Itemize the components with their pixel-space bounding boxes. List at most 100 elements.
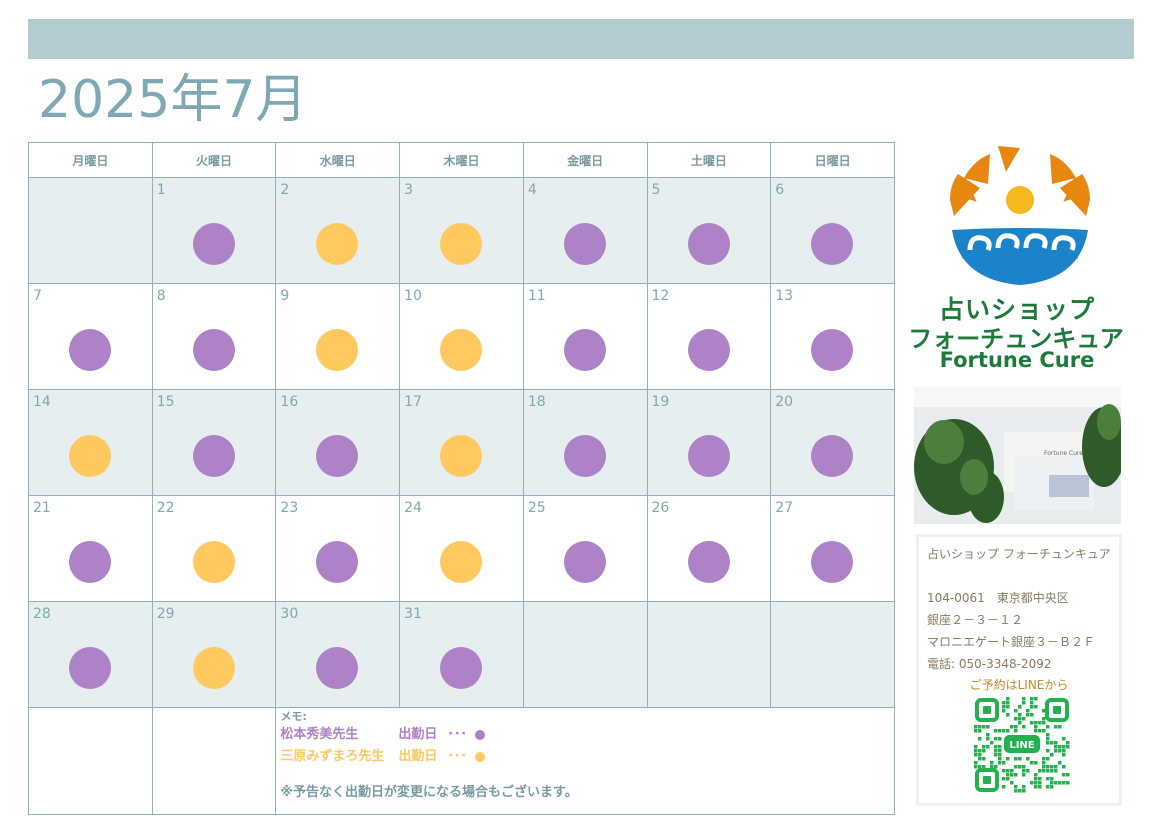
calendar-day-cell[interactable]: 20 (770, 389, 895, 496)
day-number: 29 (156, 606, 175, 622)
purple-dot-icon (811, 541, 854, 583)
day-number: 18 (527, 394, 546, 410)
weekday-label: 日曜日 (770, 142, 895, 178)
calendar-day-cell[interactable]: 4 (522, 177, 648, 284)
calendar-day-cell[interactable]: 25 (522, 495, 648, 602)
purple-dot-icon (69, 647, 111, 689)
day-number: 8 (156, 288, 166, 304)
calendar-day-cell[interactable]: 12 (646, 283, 772, 390)
purple-dot-icon (192, 435, 235, 477)
calendar-day-cell[interactable]: 31 (399, 601, 524, 708)
fortune-cure-logo (950, 146, 1090, 285)
calendar-day-cell[interactable]: 18 (522, 389, 648, 496)
calendar-day-cell[interactable]: 5 (646, 177, 772, 284)
calendar-day-cell[interactable]: 19 (646, 389, 772, 496)
purple-dot-icon (192, 223, 235, 265)
weekday-label: 月曜日 (28, 142, 153, 178)
calendar-day-cell[interactable]: 24 (399, 495, 524, 602)
ellipsis: ･･･ (447, 749, 467, 764)
calendar-day-cell[interactable]: 13 (770, 283, 895, 390)
calendar-day-cell[interactable]: 28 (28, 601, 153, 708)
calendar-day-cell[interactable]: 17 (399, 389, 524, 496)
purple-dot-icon (563, 223, 606, 265)
yellow-dot-icon (69, 435, 111, 477)
page-title: 2025年7月 (38, 70, 308, 130)
calendar-day-cell[interactable]: 3 (399, 177, 524, 284)
day-number: 28 (33, 606, 51, 622)
day-number: 2 (280, 182, 290, 198)
day-number: 6 (775, 182, 785, 198)
day-number: 16 (280, 394, 299, 410)
building-address: マロニエゲート銀座３－Ｂ２Ｆ (927, 635, 1096, 649)
day-number: 11 (527, 288, 546, 304)
calendar-grid: 月曜日 火曜日 水曜日 木曜日 金曜日 土曜日 日曜日 1 2 3 4 5 6 7 8 9 10 1… (28, 142, 895, 815)
day-number: 14 (33, 394, 51, 410)
day-number: 10 (404, 288, 422, 304)
calendar-day-cell[interactable]: 6 (770, 177, 895, 284)
calendar-day-cell[interactable]: 30 (275, 601, 401, 708)
yellow-dot-icon (316, 223, 359, 265)
day-number: 13 (775, 288, 794, 304)
day-number: 4 (527, 182, 537, 198)
weekday-label: 水曜日 (275, 142, 401, 178)
day-number: 26 (651, 500, 670, 516)
day-number: 5 (651, 182, 661, 198)
yellow-dot-icon (440, 541, 483, 583)
day-number: 21 (33, 500, 51, 516)
calendar-day-cell[interactable]: 26 (646, 495, 772, 602)
memo-cell: メモ: 松本秀美先生 出勤日 ･･･ 三原みずまろ先生 出勤日 ･･･ ※予告な… (275, 707, 895, 815)
calendar-day-cell[interactable]: 7 (28, 283, 153, 390)
work-day-label: 出勤日 (398, 727, 438, 742)
day-number: 9 (280, 288, 290, 304)
calendar-day-cell[interactable]: 8 (151, 283, 277, 390)
weekday-label: 火曜日 (151, 142, 277, 178)
weekday-header-row: 月曜日 火曜日 水曜日 木曜日 金曜日 土曜日 日曜日 (28, 142, 895, 178)
yellow-dot-icon (440, 329, 483, 371)
calendar-empty-cell (522, 601, 648, 708)
day-number: 17 (404, 394, 422, 410)
yellow-dot-icon (440, 435, 483, 477)
day-number: 27 (775, 500, 794, 516)
calendar-day-cell[interactable]: 9 (275, 283, 401, 390)
calendar-day-cell[interactable]: 2 (275, 177, 401, 284)
calendar-day-cell[interactable]: 15 (151, 389, 277, 496)
calendar-day-cell[interactable]: 16 (275, 389, 401, 496)
memo-empty-cell (151, 707, 277, 815)
purple-dot-icon (811, 329, 854, 371)
day-number: 31 (404, 606, 422, 622)
teacher-name: 松本秀美先生 (280, 727, 359, 742)
purple-dot-icon (811, 223, 854, 265)
calendar-week-row: 21 22 23 24 25 26 27 (28, 495, 895, 602)
calendar-day-cell[interactable]: 11 (522, 283, 648, 390)
calendar-day-cell[interactable]: 22 (151, 495, 277, 602)
line-qr-code[interactable]: LINE (974, 697, 1070, 793)
calendar-day-cell[interactable]: 10 (399, 283, 524, 390)
day-number: 25 (527, 500, 546, 516)
calendar-day-cell[interactable]: 21 (28, 495, 153, 602)
calendar-day-cell[interactable]: 14 (28, 389, 153, 496)
calendar-day-cell[interactable]: 1 (151, 177, 277, 284)
purple-dot-icon (687, 541, 730, 583)
calendar-day-cell[interactable]: 29 (151, 601, 277, 708)
shop-info-card: 占いショップ フォーチュンキュア 104-0061 東京都中央区 銀座２－３－１… (916, 534, 1122, 806)
calendar-empty-cell (770, 601, 895, 708)
calendar-day-cell[interactable]: 23 (275, 495, 401, 602)
day-number: 1 (156, 182, 166, 198)
purple-dot-icon (440, 647, 483, 689)
purple-dot-icon (563, 435, 606, 477)
yellow-dot-icon (440, 223, 483, 265)
calendar-day-cell[interactable]: 27 (770, 495, 895, 602)
calendar-empty-cell (646, 601, 772, 708)
shop-photo: Fortune Cure (914, 387, 1121, 524)
memo-row: メモ: 松本秀美先生 出勤日 ･･･ 三原みずまろ先生 出勤日 ･･･ ※予告な… (28, 707, 895, 815)
day-number: 7 (33, 288, 42, 304)
shop-name: 占いショップ フォーチュンキュア (927, 547, 1111, 561)
weekday-label: 金曜日 (522, 142, 648, 178)
yellow-dot-icon (192, 541, 235, 583)
postal-address: 104-0061 東京都中央区 (927, 591, 1069, 605)
memo-teacher-2: 三原みずまろ先生 出勤日 ･･･ (280, 746, 890, 768)
day-number: 12 (651, 288, 670, 304)
teacher-name: 三原みずまろ先生 (280, 749, 385, 764)
day-number: 22 (156, 500, 175, 516)
reserve-text: ご予約はLINEから (969, 678, 1069, 692)
